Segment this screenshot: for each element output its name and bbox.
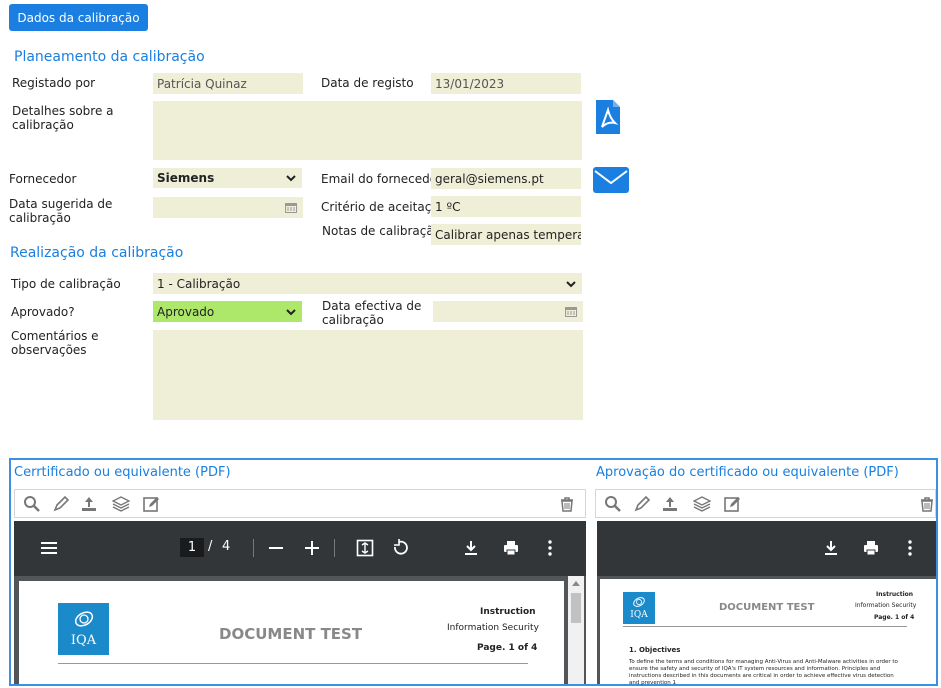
supplier-label: Fornecedor — [9, 172, 77, 186]
iqa-logo: IQA — [58, 603, 109, 655]
effective-date-field[interactable] — [433, 301, 583, 322]
document-heading: DOCUMENT TEST — [719, 602, 815, 613]
comments-label: Comentários e observações — [11, 329, 99, 357]
calibration-type-select[interactable]: 1 - Calibração — [153, 273, 582, 294]
registered-by-label: Registado por — [12, 76, 96, 90]
search-icon[interactable] — [604, 495, 622, 513]
details-textarea[interactable] — [153, 101, 582, 160]
notes-label: Notas de calibração — [322, 224, 442, 238]
divider — [253, 539, 254, 557]
trash-icon[interactable] — [918, 495, 936, 513]
acceptance-label: Critério de aceitação — [321, 200, 446, 214]
approval-pdf-viewer-toolbar — [597, 521, 936, 576]
pdf-page: IQA DOCUMENT TEST Instruction Informatio… — [600, 579, 936, 686]
scrollbar[interactable] — [568, 576, 584, 684]
calibration-type-value: 1 - Calibração — [157, 276, 241, 291]
menu-icon[interactable] — [40, 539, 58, 557]
calibration-type-label: Tipo de calibração — [11, 277, 121, 291]
chevron-down-icon — [286, 175, 296, 182]
more-icon[interactable] — [541, 539, 559, 557]
pdf-icon[interactable] — [594, 98, 622, 136]
search-icon[interactable] — [23, 495, 41, 513]
doc-meta-type: Instruction — [876, 591, 914, 598]
calendar-icon[interactable] — [565, 306, 577, 317]
certificate-pdf-viewer-toolbar: 1 / 4 — [14, 521, 586, 576]
registered-by-field[interactable]: Patrícia Quinaz — [153, 73, 303, 94]
download-icon[interactable] — [462, 539, 480, 557]
more-icon[interactable] — [901, 539, 919, 557]
planning-section-title: Planeamento da calibração — [14, 49, 205, 65]
print-icon[interactable] — [502, 539, 520, 557]
layers-icon[interactable] — [693, 495, 711, 513]
trash-icon[interactable] — [558, 495, 576, 513]
logo-text: IQA — [70, 633, 97, 648]
pencil-icon[interactable] — [52, 495, 70, 513]
supplier-email-label: Email do fornecedor — [321, 172, 443, 186]
doc-section-heading: 1. Objectives — [629, 646, 681, 654]
plus-icon[interactable] — [303, 539, 321, 557]
doc-rule — [58, 663, 528, 664]
certificate-pdf-toolbar — [14, 489, 586, 518]
pencil-icon[interactable] — [633, 495, 651, 513]
comments-textarea[interactable] — [153, 330, 583, 420]
effective-date-label: Data efectiva de calibração — [322, 299, 422, 327]
approval-pdf-toolbar — [595, 489, 936, 518]
pdf-page: IQA DOCUMENT TEST Instruction Informatio… — [19, 581, 564, 684]
calibration-data-button[interactable]: Dados da calibração — [9, 4, 148, 31]
download-icon[interactable] — [822, 539, 840, 557]
iqa-logo: IQA — [623, 592, 655, 624]
fit-page-icon[interactable] — [356, 539, 374, 557]
chevron-down-icon — [286, 308, 296, 315]
register-date-label: Data de registo — [321, 76, 414, 90]
doc-meta-page: Page. 1 of 4 — [477, 643, 538, 653]
upload-icon[interactable] — [80, 495, 98, 513]
rotate-icon[interactable] — [391, 539, 409, 557]
minus-icon[interactable] — [267, 539, 285, 557]
doc-meta-type: Instruction — [480, 607, 536, 617]
logo-text: IQA — [630, 610, 648, 620]
supplier-select[interactable]: Siemens — [153, 168, 302, 188]
page-total: 4 — [222, 539, 231, 554]
doc-meta-page: Page. 1 of 4 — [874, 614, 915, 621]
doc-meta-category: Information Security — [855, 602, 917, 609]
layers-icon[interactable] — [112, 495, 130, 513]
details-label: Detalhes sobre a calibração — [12, 104, 114, 132]
print-icon[interactable] — [862, 539, 880, 557]
supplier-value: Siemens — [157, 171, 215, 185]
suggested-date-field[interactable] — [153, 197, 303, 218]
supplier-email-field[interactable]: geral@siemens.pt — [431, 168, 581, 189]
approved-label: Aprovado? — [11, 305, 75, 319]
certificate-pdf-viewer: IQA DOCUMENT TEST Instruction Informatio… — [14, 576, 586, 684]
document-heading: DOCUMENT TEST — [219, 625, 363, 643]
notes-field[interactable]: Calibrar apenas temperatura — [431, 224, 581, 245]
acceptance-field[interactable]: 1 ºC — [431, 196, 581, 217]
calendar-icon[interactable] — [285, 202, 297, 213]
page-number-input[interactable]: 1 — [180, 538, 204, 557]
certificate-pdf-title: Cerrtificado ou equivalente (PDF) — [14, 465, 231, 480]
approved-select[interactable]: Aprovado — [153, 301, 302, 322]
chevron-down-icon — [566, 280, 576, 287]
execution-section-title: Realização da calibração — [10, 245, 184, 261]
approval-pdf-viewer: IQA DOCUMENT TEST Instruction Informatio… — [597, 576, 936, 686]
page-separator: / — [208, 539, 213, 554]
divider — [334, 539, 335, 557]
doc-rule — [623, 626, 907, 627]
edit-icon[interactable] — [723, 495, 741, 513]
doc-meta-category: Information Security — [447, 623, 539, 633]
register-date-field[interactable]: 13/01/2023 — [431, 73, 581, 94]
suggested-date-label: Data sugerida de calibração — [9, 197, 113, 225]
approval-pdf-title: Aprovação do certificado ou equivalente … — [596, 465, 899, 480]
doc-body-text: To define the terms and conditions for m… — [629, 659, 898, 686]
upload-icon[interactable] — [661, 495, 679, 513]
scrollbar-thumb[interactable] — [571, 593, 581, 623]
edit-icon[interactable] — [142, 495, 160, 513]
mail-icon[interactable] — [592, 166, 630, 194]
approved-value: Aprovado — [157, 304, 215, 319]
